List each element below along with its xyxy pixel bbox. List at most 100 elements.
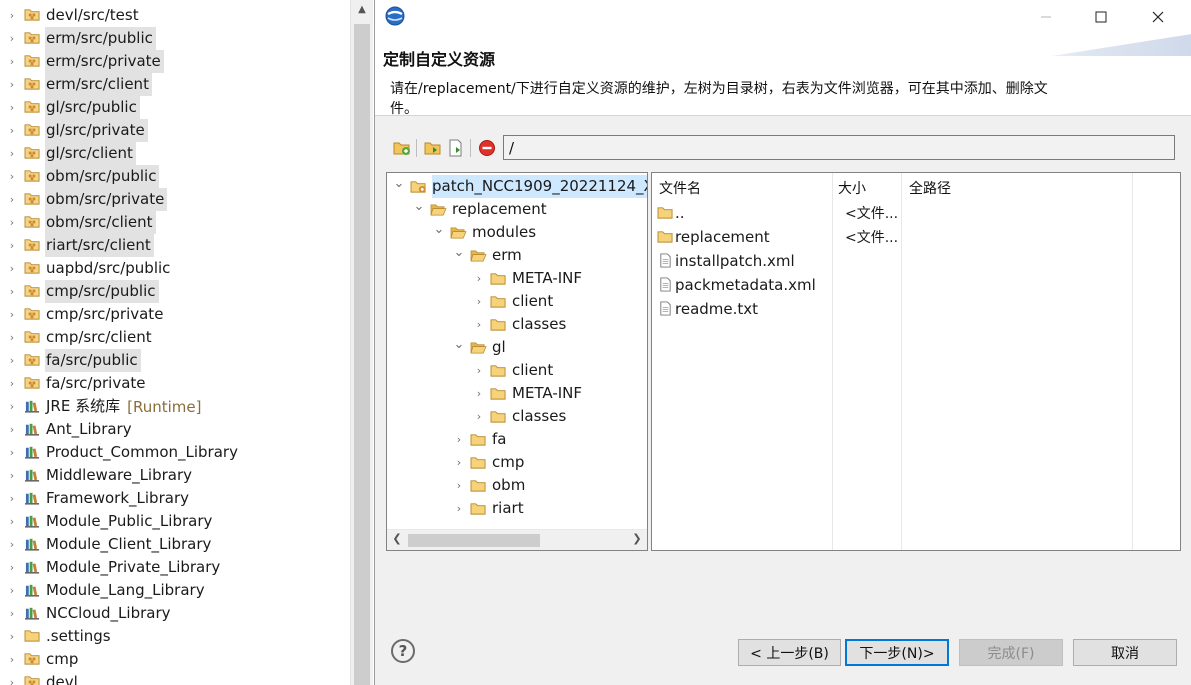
scrollbar-thumb[interactable] bbox=[408, 534, 540, 547]
chevron-right-icon[interactable]: › bbox=[6, 469, 18, 482]
import-folder-button[interactable] bbox=[423, 138, 443, 158]
explorer-item[interactable]: › cmp/src/client bbox=[0, 326, 155, 349]
tree-node[interactable]: › fa bbox=[453, 428, 510, 451]
file-row[interactable]: installpatch.xml bbox=[657, 249, 795, 273]
tree-node[interactable]: ⌄ gl bbox=[453, 336, 510, 359]
chevron-right-icon[interactable]: › bbox=[473, 272, 485, 285]
chevron-right-icon[interactable]: › bbox=[6, 124, 18, 137]
chevron-right-icon[interactable]: › bbox=[6, 400, 18, 413]
explorer-item[interactable]: › fa/src/public bbox=[0, 349, 141, 372]
explorer-item[interactable]: › erm/src/public bbox=[0, 27, 156, 50]
chevron-down-icon[interactable]: ⌄ bbox=[453, 245, 465, 260]
chevron-right-icon[interactable]: › bbox=[6, 515, 18, 528]
chevron-right-icon[interactable]: › bbox=[6, 78, 18, 91]
chevron-right-icon[interactable]: › bbox=[6, 216, 18, 229]
chevron-right-icon[interactable]: › bbox=[6, 607, 18, 620]
column-header-name[interactable]: 文件名 bbox=[659, 178, 701, 198]
scroll-up-icon[interactable]: ▲ bbox=[351, 4, 373, 15]
tree-horizontal-scrollbar[interactable]: ❮ ❯ bbox=[387, 529, 647, 550]
explorer-item[interactable]: › Ant_Library bbox=[0, 418, 135, 441]
explorer-item[interactable]: › obm/src/public bbox=[0, 165, 160, 188]
explorer-item[interactable]: › cmp/src/private bbox=[0, 303, 166, 326]
scroll-right-icon[interactable]: ❯ bbox=[627, 532, 647, 545]
chevron-right-icon[interactable]: › bbox=[473, 295, 485, 308]
explorer-item[interactable]: › Module_Lang_Library bbox=[0, 579, 208, 602]
chevron-right-icon[interactable]: › bbox=[6, 193, 18, 206]
new-folder-button[interactable] bbox=[392, 138, 412, 158]
explorer-item[interactable]: › Framework_Library bbox=[0, 487, 192, 510]
current-path-field[interactable] bbox=[503, 135, 1175, 160]
chevron-right-icon[interactable]: › bbox=[6, 630, 18, 643]
explorer-item[interactable]: › riart/src/client bbox=[0, 234, 154, 257]
chevron-right-icon[interactable]: › bbox=[6, 653, 18, 666]
tree-node[interactable]: ⌄ patch_NCC1909_20221124_X1 bbox=[393, 175, 647, 198]
column-header-size[interactable]: 大小 bbox=[838, 178, 866, 198]
tree-node[interactable]: › obm bbox=[453, 474, 529, 497]
column-header-path[interactable]: 全路径 bbox=[909, 178, 951, 198]
chevron-right-icon[interactable]: › bbox=[6, 561, 18, 574]
chevron-right-icon[interactable]: › bbox=[6, 377, 18, 390]
explorer-item[interactable]: › Middleware_Library bbox=[0, 464, 195, 487]
explorer-item[interactable]: › erm/src/private bbox=[0, 50, 164, 73]
tree-node[interactable]: › client bbox=[473, 290, 557, 313]
file-row[interactable]: .. <文件... bbox=[657, 201, 898, 225]
tree-node[interactable]: › META-INF bbox=[473, 267, 586, 290]
explorer-item[interactable]: › fa/src/private bbox=[0, 372, 149, 395]
chevron-right-icon[interactable]: › bbox=[6, 538, 18, 551]
chevron-right-icon[interactable]: › bbox=[6, 32, 18, 45]
maximize-button[interactable] bbox=[1078, 0, 1124, 34]
explorer-item[interactable]: › obm/src/client bbox=[0, 211, 156, 234]
chevron-right-icon[interactable]: › bbox=[6, 492, 18, 505]
chevron-right-icon[interactable]: › bbox=[6, 423, 18, 436]
chevron-right-icon[interactable]: › bbox=[453, 479, 465, 492]
tree-node[interactable]: › classes bbox=[473, 313, 570, 336]
tree-node[interactable]: › META-INF bbox=[473, 382, 586, 405]
chevron-right-icon[interactable]: › bbox=[473, 387, 485, 400]
explorer-vertical-scrollbar[interactable]: ▲ bbox=[350, 0, 373, 685]
explorer-item[interactable]: › gl/src/public bbox=[0, 96, 140, 119]
tree-node[interactable]: ⌄ replacement bbox=[413, 198, 551, 221]
file-row[interactable]: packmetadata.xml bbox=[657, 273, 816, 297]
explorer-item[interactable]: › cmp bbox=[0, 648, 81, 671]
cancel-button[interactable]: 取消 bbox=[1073, 639, 1177, 666]
explorer-item[interactable]: › Product_Common_Library bbox=[0, 441, 241, 464]
explorer-item[interactable]: › devl/src/test bbox=[0, 4, 142, 27]
file-row[interactable]: readme.txt bbox=[657, 297, 758, 321]
explorer-item[interactable]: › gl/src/client bbox=[0, 142, 136, 165]
chevron-right-icon[interactable]: › bbox=[6, 285, 18, 298]
chevron-right-icon[interactable]: › bbox=[6, 446, 18, 459]
minimize-button[interactable] bbox=[1023, 0, 1069, 34]
chevron-down-icon[interactable]: ⌄ bbox=[433, 222, 445, 237]
explorer-item[interactable]: › devl bbox=[0, 671, 81, 685]
chevron-right-icon[interactable]: › bbox=[453, 433, 465, 446]
tree-node[interactable]: › client bbox=[473, 359, 557, 382]
tree-node[interactable]: › riart bbox=[453, 497, 528, 520]
chevron-down-icon[interactable]: ⌄ bbox=[413, 199, 425, 214]
chevron-right-icon[interactable]: › bbox=[6, 308, 18, 321]
tree-node[interactable]: › cmp bbox=[453, 451, 528, 474]
chevron-right-icon[interactable]: › bbox=[453, 502, 465, 515]
chevron-right-icon[interactable]: › bbox=[473, 364, 485, 377]
chevron-right-icon[interactable]: › bbox=[6, 354, 18, 367]
tree-node[interactable]: › classes bbox=[473, 405, 570, 428]
next-button[interactable]: 下一步(N)> bbox=[845, 639, 949, 666]
tree-node[interactable]: ⌄ modules bbox=[433, 221, 540, 244]
chevron-right-icon[interactable]: › bbox=[473, 318, 485, 331]
close-button[interactable] bbox=[1135, 0, 1181, 34]
chevron-right-icon[interactable]: › bbox=[473, 410, 485, 423]
chevron-right-icon[interactable]: › bbox=[6, 262, 18, 275]
directory-tree[interactable]: ⌄ patch_NCC1909_20221124_X1 ⌄ replacement ⌄ m… bbox=[386, 172, 648, 551]
back-button[interactable]: < 上一步(B) bbox=[738, 639, 841, 666]
chevron-right-icon[interactable]: › bbox=[6, 55, 18, 68]
chevron-down-icon[interactable]: ⌄ bbox=[453, 337, 465, 352]
scroll-left-icon[interactable]: ❮ bbox=[387, 532, 407, 545]
scrollbar-thumb[interactable] bbox=[354, 24, 370, 685]
explorer-item[interactable]: › NCCloud_Library bbox=[0, 602, 174, 625]
chevron-right-icon[interactable]: › bbox=[453, 456, 465, 469]
explorer-item[interactable]: › Module_Client_Library bbox=[0, 533, 214, 556]
explorer-item[interactable]: › .settings bbox=[0, 625, 114, 648]
explorer-item[interactable]: › Module_Private_Library bbox=[0, 556, 223, 579]
chevron-right-icon[interactable]: › bbox=[6, 170, 18, 183]
chevron-right-icon[interactable]: › bbox=[6, 239, 18, 252]
add-file-button[interactable] bbox=[446, 138, 466, 158]
